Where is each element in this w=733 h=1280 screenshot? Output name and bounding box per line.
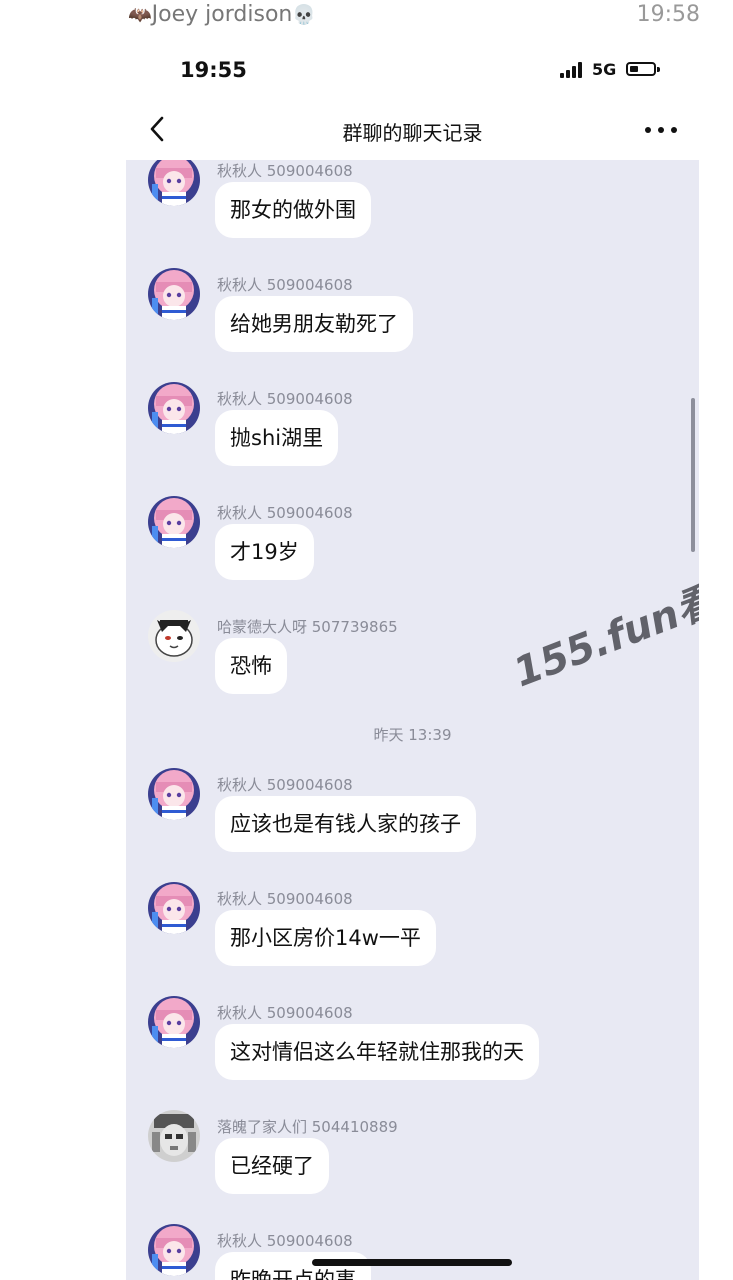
avatar[interactable] — [148, 1110, 200, 1162]
message-sender: 秋秋人 509004608 — [217, 1004, 353, 1022]
message-bubble[interactable]: 那小区房价14w一平 — [215, 910, 436, 966]
battery-level — [630, 66, 638, 72]
home-indicator[interactable] — [312, 1259, 512, 1266]
message-sender: 哈蒙德大人呀 507739865 — [217, 618, 398, 636]
message-row: 秋秋人 509004608 应该也是有钱人家的孩子 — [126, 768, 699, 882]
message-sender: 秋秋人 509004608 — [217, 276, 353, 294]
outer-author-name: Joey jordison — [151, 2, 293, 27]
message-bubble[interactable]: 恐怖 — [215, 638, 287, 694]
message-row: 秋秋人 509004608 抛shi湖里 — [126, 382, 699, 496]
message-bubble[interactable]: 这对情侣这么年轻就住那我的天 — [215, 1024, 539, 1080]
message-sender: 秋秋人 509004608 — [217, 162, 353, 180]
message-sender: 秋秋人 509004608 — [217, 390, 353, 408]
message-row: 秋秋人 509004608 昨晚开点的事 — [126, 1224, 699, 1280]
message-row: 秋秋人 509004608 才19岁 — [126, 496, 699, 610]
message-row: 秋秋人 509004608 那女的做外围 — [126, 160, 699, 268]
message-bubble[interactable]: 昨晚开点的事 — [215, 1252, 371, 1280]
message-sender: 秋秋人 509004608 — [217, 504, 353, 522]
message-sender: 秋秋人 509004608 — [217, 1232, 353, 1250]
battery-tip — [657, 67, 660, 72]
outer-header: 🦇Joey jordison💀 19:58 — [0, 0, 733, 34]
avatar[interactable] — [148, 610, 200, 662]
avatar[interactable] — [148, 768, 200, 820]
message-bubble[interactable]: 那女的做外围 — [215, 182, 371, 238]
message-row: 秋秋人 509004608 这对情侣这么年轻就住那我的天 — [126, 996, 699, 1110]
chat-history[interactable]: 秋秋人 509004608 那女的做外围 秋秋人 509004608 给她男朋友勒死了… — [126, 160, 699, 1280]
outer-post-time: 19:58 — [636, 2, 700, 27]
signal-icon — [560, 62, 586, 78]
bat-emoji-icon: 🦇 — [128, 4, 152, 26]
nav-bar: 群聊的聊天记录 — [126, 100, 699, 160]
message-sender: 秋秋人 509004608 — [217, 890, 353, 908]
message-sender: 秋秋人 509004608 — [217, 776, 353, 794]
avatar[interactable] — [148, 996, 200, 1048]
network-type: 5G — [592, 60, 617, 79]
message-bubble[interactable]: 给她男朋友勒死了 — [215, 296, 413, 352]
message-bubble[interactable]: 才19岁 — [215, 524, 314, 580]
message-bubble[interactable]: 应该也是有钱人家的孩子 — [215, 796, 476, 852]
message-row: 落魄了家人们 504410889 已经硬了 — [126, 1110, 699, 1224]
status-bar: 19:55 5G — [126, 48, 699, 96]
message-bubble[interactable]: 已经硬了 — [215, 1138, 329, 1194]
avatar[interactable] — [148, 382, 200, 434]
message-bubble[interactable]: 抛shi湖里 — [215, 410, 339, 466]
avatar[interactable] — [148, 268, 200, 320]
scrollbar[interactable] — [691, 398, 695, 552]
message-row: 秋秋人 509004608 那小区房价14w一平 — [126, 882, 699, 996]
avatar[interactable] — [148, 160, 200, 206]
message-sender: 落魄了家人们 504410889 — [217, 1118, 398, 1136]
page-title: 群聊的聊天记录 — [342, 121, 483, 145]
time-separator: 昨天 13:39 — [373, 726, 452, 744]
avatar[interactable] — [148, 882, 200, 934]
battery-icon — [626, 62, 656, 76]
avatar[interactable] — [148, 1224, 200, 1276]
avatar[interactable] — [148, 496, 200, 548]
more-button[interactable] — [645, 118, 679, 140]
skull-emoji-icon: 💀 — [292, 4, 317, 26]
outer-author[interactable]: 🦇Joey jordison💀 — [128, 2, 316, 27]
message-row: 秋秋人 509004608 给她男朋友勒死了 — [126, 268, 699, 382]
status-time: 19:55 — [180, 58, 247, 82]
